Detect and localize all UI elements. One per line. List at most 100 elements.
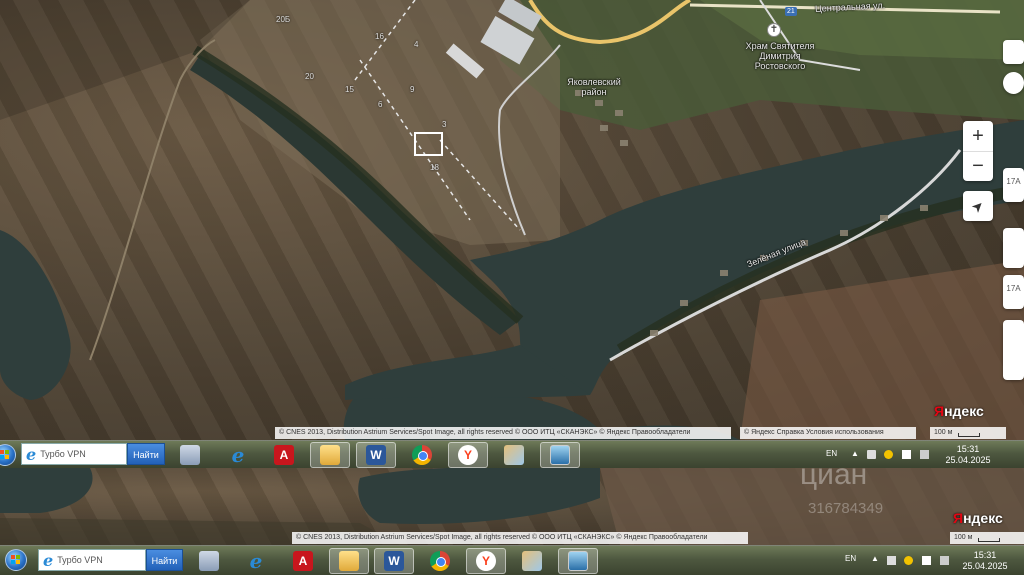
word-icon: W — [384, 551, 404, 571]
parcel-number: 3 — [442, 120, 447, 129]
taskbar-app-ie[interactable]: e — [218, 442, 258, 468]
tray-app-icon[interactable] — [887, 556, 896, 565]
clock-time: 15:31 — [956, 444, 980, 454]
clock-time: 15:31 — [973, 550, 997, 560]
district-label: Яковлевский район — [567, 77, 621, 97]
locate-icon: ➤ — [967, 195, 988, 216]
paint-icon — [504, 445, 524, 465]
road-number-shield: 21 — [785, 7, 797, 16]
photo-viewer-icon — [550, 445, 570, 465]
church-label: Храм Святителя Димитрия Ростовского — [745, 41, 815, 71]
taskbar-app-explorer[interactable] — [310, 442, 350, 468]
ie-search-icon: e — [26, 444, 37, 464]
taskbar-duplicate: e Турбо VPN Найти e A W Y EN ▲ 15:31 25.… — [0, 545, 1024, 575]
taskbar-app-word[interactable]: W — [374, 548, 414, 574]
taskbar-app-yandex[interactable]: Y — [448, 442, 488, 468]
chrome-icon — [430, 551, 450, 571]
watermark-text: циан — [800, 468, 868, 491]
network-icon[interactable] — [940, 556, 949, 565]
calculator-icon — [180, 445, 200, 465]
logo-first-letter: Я — [953, 510, 964, 526]
start-button[interactable] — [0, 444, 16, 466]
yandex-browser-icon: Y — [458, 445, 478, 465]
watermark-digits: 316784349 — [808, 500, 884, 517]
taskbar-app-explorer[interactable] — [329, 548, 369, 574]
pdf-icon: A — [293, 551, 313, 571]
network-icon[interactable] — [920, 450, 929, 459]
taskbar-app-chrome[interactable] — [420, 548, 460, 574]
parcel-number: 9 — [410, 85, 415, 94]
zoom-control: + − — [963, 121, 993, 181]
taskbar-app-photos[interactable] — [558, 548, 598, 574]
ie-search-icon: e — [43, 550, 54, 570]
yandex-logo: Яндекс — [953, 510, 1003, 526]
flag-icon[interactable] — [922, 556, 931, 565]
map-side-panel-tab[interactable] — [1003, 320, 1024, 380]
taskbar-app-word[interactable]: W — [356, 442, 396, 468]
map-side-panel-tab[interactable]: 17А — [1003, 168, 1024, 202]
search-input[interactable]: e Турбо VPN — [38, 549, 146, 571]
copyright-bar[interactable]: © CNES 2013, Distribution Astrium Servic… — [292, 532, 748, 544]
locate-button[interactable]: ➤ — [963, 191, 993, 221]
logo-first-letter: Я — [934, 403, 945, 419]
taskbar-app-pdf[interactable]: A — [283, 548, 323, 574]
flag-icon[interactable] — [902, 450, 911, 459]
map-side-panel-tab[interactable] — [1003, 228, 1024, 268]
logo-rest: ндекс — [963, 510, 1003, 526]
side-mark-label: 17А — [1006, 177, 1021, 186]
taskbar-app-yandex[interactable]: Y — [466, 548, 506, 574]
yandex-logo: Яндекс — [934, 403, 984, 419]
terms-links[interactable]: © Яндекс Справка Условия использования — [740, 427, 916, 439]
taskbar-app-ie[interactable]: e — [236, 548, 276, 574]
taskbar-app-photos[interactable] — [540, 442, 580, 468]
search-placeholder: Турбо VPN — [40, 449, 86, 459]
copyright-bar[interactable]: © CNES 2013, Distribution Astrium Servic… — [275, 427, 731, 439]
language-indicator[interactable]: EN — [826, 449, 837, 458]
map-traffic-button[interactable] — [1003, 72, 1024, 94]
search-button[interactable]: Найти — [127, 443, 165, 465]
folder-icon — [339, 551, 359, 571]
map-layer-button[interactable] — [1003, 40, 1024, 64]
pdf-icon: A — [274, 445, 294, 465]
parcel-number: 18 — [430, 163, 439, 172]
taskbar-app-calculator[interactable] — [189, 548, 229, 574]
word-icon: W — [366, 445, 386, 465]
satellite-map[interactable]: 21 Центральная ул. ✝ Храм Святителя Дими… — [0, 0, 1024, 440]
clock-date: 25.04.2025 — [945, 455, 991, 465]
language-indicator[interactable]: EN — [845, 554, 856, 563]
parcel-number: 4 — [414, 40, 419, 49]
clock[interactable]: 15:31 25.04.2025 — [960, 550, 1010, 572]
map-side-panel-tab[interactable]: 17А — [1003, 275, 1024, 309]
ie-icon: e — [249, 549, 263, 573]
ie-icon: e — [231, 443, 245, 467]
tray-expand-icon[interactable]: ▲ — [871, 554, 879, 563]
taskbar-app-paint[interactable] — [512, 548, 552, 574]
tray-app-icon[interactable] — [867, 450, 876, 459]
taskbar-app-calculator[interactable] — [170, 442, 210, 468]
search-input[interactable]: e Турбо VPN — [21, 443, 127, 465]
satellite-map-duplicate[interactable]: циан 316784349 Яндекс © CNES 2013, Distr… — [0, 468, 1024, 545]
zoom-in-button[interactable]: + — [963, 121, 993, 151]
tray-app-icon[interactable] — [884, 450, 893, 459]
yandex-browser-icon: Y — [476, 551, 496, 571]
chrome-icon — [412, 445, 432, 465]
tray-app-icon[interactable] — [904, 556, 913, 565]
search-button[interactable]: Найти — [146, 549, 183, 571]
scale-bar: 100 м — [950, 532, 1024, 544]
start-button[interactable] — [5, 549, 27, 571]
calculator-icon — [199, 551, 219, 571]
folder-icon — [320, 445, 340, 465]
taskbar-app-chrome[interactable] — [402, 442, 442, 468]
church-icon[interactable]: ✝ — [767, 23, 781, 37]
clock[interactable]: 15:31 25.04.2025 — [943, 444, 993, 466]
taskbar-app-paint[interactable] — [494, 442, 534, 468]
zoom-out-button[interactable]: − — [963, 151, 993, 181]
selected-parcel-marker[interactable] — [414, 132, 443, 156]
taskbar-app-pdf[interactable]: A — [264, 442, 304, 468]
scale-bar: 100 м — [930, 427, 1006, 439]
tray-expand-icon[interactable]: ▲ — [851, 449, 859, 458]
paint-icon — [522, 551, 542, 571]
parcel-number: 20 — [305, 72, 314, 81]
parcel-number: 6 — [378, 100, 383, 109]
taskbar: e Турбо VPN Найти e A W Y EN ▲ 15:31 25.… — [0, 440, 1024, 468]
